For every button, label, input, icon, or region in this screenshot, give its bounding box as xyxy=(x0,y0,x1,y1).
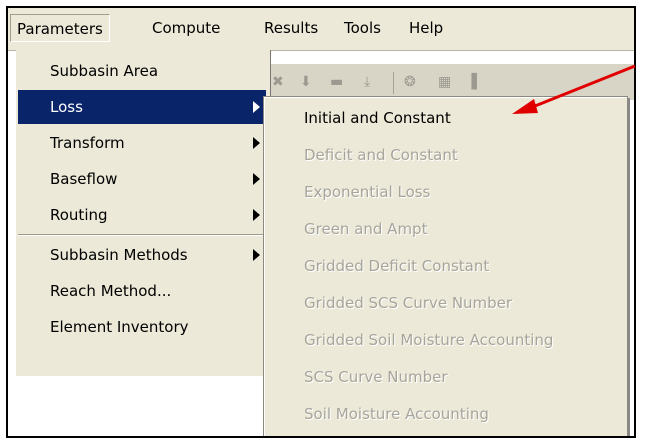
menu-parameters[interactable]: Parameters xyxy=(10,14,110,42)
submenu-item-green-and-ampt: Green and Ampt xyxy=(266,212,621,246)
submenu-item-label: Soil Moisture Accounting xyxy=(304,405,489,423)
application-window: Parameters Compute Results Tools Help ✖ … xyxy=(6,6,636,438)
menu-item-label: Routing xyxy=(50,206,108,224)
menu-item-label: Subbasin Methods xyxy=(50,246,188,264)
submenu-arrow-icon xyxy=(253,101,260,113)
menu-bar: Parameters Compute Results Tools Help xyxy=(8,8,634,51)
toolbar-icon-7[interactable]: ▐ xyxy=(466,73,477,91)
menu-item-label: Baseflow xyxy=(50,170,118,188)
submenu-item-gridded-deficit-constant: Gridded Deficit Constant xyxy=(266,249,621,283)
workspace-area xyxy=(16,376,270,436)
menu-separator xyxy=(18,234,266,236)
loss-submenu: Initial and Constant Deficit and Constan… xyxy=(263,96,628,436)
submenu-item-soil-moisture-accounting: Soil Moisture Accounting xyxy=(266,397,621,431)
toolbar-icon-6[interactable]: ▦ xyxy=(438,73,451,91)
menu-help[interactable]: Help xyxy=(403,14,449,42)
menu-item-routing[interactable]: Routing xyxy=(18,198,266,232)
submenu-item-exponential-loss: Exponential Loss xyxy=(266,175,621,209)
submenu-item-label: Gridded Soil Moisture Accounting xyxy=(304,331,554,349)
submenu-item-gridded-soil-moisture-accounting: Gridded Soil Moisture Accounting xyxy=(266,323,621,357)
menu-item-label: Transform xyxy=(50,134,125,152)
submenu-arrow-icon xyxy=(253,173,260,185)
parameters-dropdown: Subbasin Area Loss Transform Baseflow Ro… xyxy=(16,50,271,436)
submenu-item-label: Initial and Constant xyxy=(304,109,451,127)
menu-item-transform[interactable]: Transform xyxy=(18,126,266,160)
submenu-arrow-icon xyxy=(253,137,260,149)
menu-item-loss[interactable]: Loss xyxy=(18,90,266,124)
menu-item-element-inventory[interactable]: Element Inventory xyxy=(18,310,266,344)
toolbar-icon-2[interactable]: ⬇ xyxy=(300,73,312,91)
menu-item-label: Element Inventory xyxy=(50,318,189,336)
menu-item-label: Subbasin Area xyxy=(50,62,159,80)
menu-item-label: Loss xyxy=(50,98,83,116)
submenu-arrow-icon xyxy=(253,209,260,221)
menu-results[interactable]: Results xyxy=(258,14,324,42)
toolbar-icon-5[interactable]: ❂ xyxy=(404,73,416,91)
toolbar: ✖ ⬇ ▬ ⤓ ❂ ▦ ▐ xyxy=(266,64,634,100)
submenu-arrow-icon xyxy=(253,249,260,261)
submenu-item-label: SCS Curve Number xyxy=(304,368,448,386)
parameters-dropdown-body: Subbasin Area Loss Transform Baseflow Ro… xyxy=(16,50,271,377)
menu-compute[interactable]: Compute xyxy=(146,14,226,42)
menu-item-label: Reach Method... xyxy=(50,282,172,300)
submenu-item-scs-curve-number: SCS Curve Number xyxy=(266,360,621,394)
toolbar-separator xyxy=(393,72,394,94)
submenu-item-label: Gridded SCS Curve Number xyxy=(304,294,513,312)
menu-item-subbasin-area[interactable]: Subbasin Area xyxy=(18,54,266,88)
toolbar-icon-3[interactable]: ▬ xyxy=(330,73,343,91)
menu-item-reach-method[interactable]: Reach Method... xyxy=(18,274,266,308)
menu-item-subbasin-methods[interactable]: Subbasin Methods xyxy=(18,238,266,272)
submenu-item-label: Gridded Deficit Constant xyxy=(304,257,490,275)
toolbar-icon-1[interactable]: ✖ xyxy=(272,73,284,91)
menu-item-baseflow[interactable]: Baseflow xyxy=(18,162,266,196)
submenu-item-deficit-and-constant: Deficit and Constant xyxy=(266,138,621,172)
toolbar-icon-4[interactable]: ⤓ xyxy=(364,73,370,91)
submenu-item-label: Deficit and Constant xyxy=(304,146,458,164)
submenu-item-gridded-scs-curve-number: Gridded SCS Curve Number xyxy=(266,286,621,320)
submenu-item-initial-and-constant[interactable]: Initial and Constant xyxy=(266,101,621,135)
submenu-item-label: Green and Ampt xyxy=(304,220,428,238)
menu-tools[interactable]: Tools xyxy=(338,14,387,42)
submenu-item-label: Exponential Loss xyxy=(304,183,431,201)
